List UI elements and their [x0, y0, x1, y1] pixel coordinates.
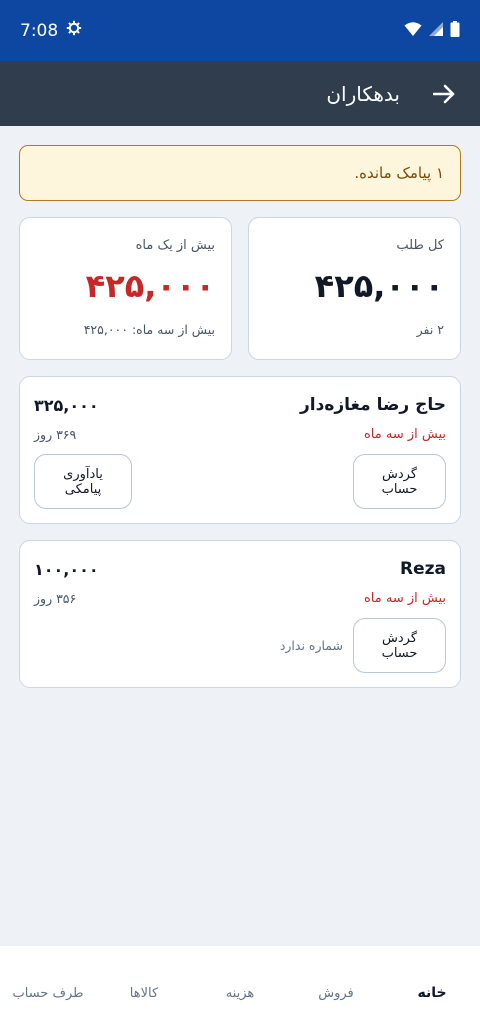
debtor-amount: ۱۰۰,۰۰۰	[34, 559, 99, 579]
alert-text: ۱ پیامک مانده.	[354, 164, 444, 182]
sms-reminder-button[interactable]: یادآوری پیامکی	[34, 454, 132, 509]
main-content: ۱ پیامک مانده. کل طلب ۴۲۵,۰۰۰ ۲ نفر بیش …	[0, 126, 480, 688]
debtor-name: Reza	[400, 559, 446, 579]
total-debt-card: کل طلب ۴۲۵,۰۰۰ ۲ نفر	[248, 217, 461, 360]
bottom-nav: خانه فروش هزینه کالاها طرف حساب	[0, 946, 480, 1018]
nav-item-expense[interactable]: هزینه	[192, 986, 288, 1001]
status-bar: 7:08	[0, 0, 480, 61]
total-sub: ۲ نفر	[416, 322, 444, 337]
nav-item-accounts[interactable]: طرف حساب	[0, 986, 96, 1001]
battery-icon	[450, 20, 460, 41]
debtor-card: Reza ۱۰۰,۰۰۰ بیش از سه ماه ۳۵۶ روز گردش …	[19, 540, 461, 688]
total-label: کل طلب	[396, 238, 444, 253]
days-label: ۳۶۹ روز	[34, 427, 77, 442]
over-month-card: بیش از یک ماه ۴۲۵,۰۰۰ بیش از سه ماه: ۴۲۵…	[19, 217, 232, 360]
summary-row: کل طلب ۴۲۵,۰۰۰ ۲ نفر بیش از یک ماه ۴۲۵,۰…	[19, 217, 461, 360]
over-month-sub: بیش از سه ماه: ۴۲۵,۰۰۰	[83, 322, 215, 337]
days-label: ۳۵۶ روز	[34, 591, 77, 606]
no-phone-label: شماره ندارد	[279, 638, 343, 653]
wifi-icon	[404, 21, 422, 41]
arrow-right-icon[interactable]	[430, 80, 458, 108]
debtor-card: حاج رضا مغازه‌دار ۳۲۵,۰۰۰ بیش از سه ماه …	[19, 376, 461, 524]
gear-icon	[66, 20, 82, 41]
overdue-label: بیش از سه ماه	[364, 427, 446, 442]
sms-remaining-alert: ۱ پیامک مانده.	[19, 145, 461, 201]
signal-icon	[428, 21, 444, 41]
over-month-label: بیش از یک ماه	[135, 238, 215, 253]
total-value: ۴۲۵,۰۰۰	[314, 267, 444, 305]
overdue-label: بیش از سه ماه	[364, 591, 446, 606]
page-title: بدهکاران	[326, 81, 400, 106]
account-statement-button[interactable]: گردش حساب	[353, 454, 446, 509]
account-statement-button[interactable]: گردش حساب	[353, 618, 446, 673]
debtor-name: حاج رضا مغازه‌دار	[300, 395, 446, 415]
nav-item-sales[interactable]: فروش	[288, 986, 384, 1001]
debtor-amount: ۳۲۵,۰۰۰	[34, 395, 99, 415]
over-month-value: ۴۲۵,۰۰۰	[85, 267, 215, 305]
status-time: 7:08	[20, 20, 59, 41]
nav-item-home[interactable]: خانه	[384, 985, 480, 1001]
nav-item-products[interactable]: کالاها	[96, 986, 192, 1001]
app-bar: بدهکاران	[0, 61, 480, 126]
